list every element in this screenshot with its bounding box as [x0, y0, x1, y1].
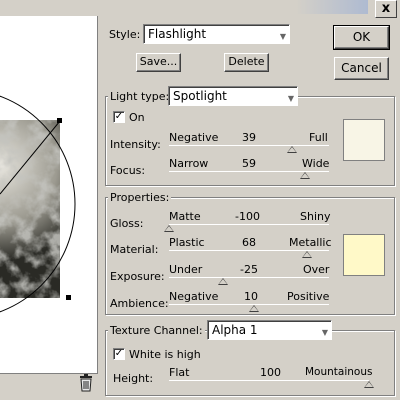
focus-label: Focus: — [110, 164, 146, 177]
intensity-min-label: Negative — [169, 131, 219, 144]
close-button[interactable]: x — [375, 0, 397, 18]
light-handle-top[interactable] — [57, 118, 62, 123]
material-value: 68 — [242, 236, 256, 249]
intensity-max-label: Full — [309, 131, 328, 144]
chevron-down-icon: ▼ — [321, 328, 328, 337]
material-min-label: Plastic — [169, 236, 205, 249]
gloss-slider-thumb[interactable] — [164, 225, 174, 232]
gloss-label: Gloss: — [110, 217, 144, 230]
height-min-label: Flat — [169, 366, 190, 379]
style-dropdown[interactable]: Flashlight ▼ — [143, 24, 290, 44]
style-label: Style: — [109, 28, 141, 41]
texture-channel-value: Alpha 1 — [212, 323, 258, 337]
light-handle-bottom[interactable] — [66, 295, 71, 300]
gloss-max-label: Shiny — [300, 210, 331, 223]
intensity-slider-track[interactable] — [169, 145, 329, 146]
material-slider-thumb[interactable] — [301, 251, 312, 258]
light-on-label: On — [129, 111, 145, 124]
gloss-min-label: Matte — [169, 210, 201, 223]
trash-icon[interactable] — [78, 374, 94, 392]
cancel-button[interactable]: Cancel — [334, 57, 389, 80]
material-label: Material: — [110, 243, 159, 256]
ambience-max-label: Positive — [287, 290, 330, 303]
delete-button[interactable]: Delete — [224, 53, 269, 72]
intensity-label: Intensity: — [110, 138, 161, 151]
ok-button[interactable]: OK — [333, 25, 390, 50]
height-slider-thumb[interactable] — [364, 381, 374, 388]
exposure-value: -25 — [240, 263, 258, 276]
exposure-slider-track[interactable] — [169, 277, 329, 278]
exposure-min-label: Under — [169, 263, 203, 276]
focus-value: 59 — [242, 157, 256, 170]
material-color-swatch[interactable] — [343, 234, 385, 276]
intensity-slider-thumb[interactable] — [287, 146, 298, 153]
exposure-label: Exposure: — [110, 270, 165, 283]
material-max-label: Metallic — [289, 236, 332, 249]
intensity-value: 39 — [242, 131, 256, 144]
exposure-slider-thumb[interactable] — [218, 278, 229, 285]
height-value: 100 — [260, 366, 281, 379]
height-max-label: Mountainous — [305, 366, 373, 378]
preview-panel[interactable] — [0, 16, 98, 374]
properties-title: Properties: — [108, 191, 172, 204]
ambience-min-label: Negative — [169, 290, 219, 303]
white-is-high-checkbox[interactable]: ✓ — [113, 348, 125, 360]
chevron-down-icon: ▼ — [287, 94, 294, 103]
focus-min-label: Narrow — [169, 157, 209, 170]
style-value: Flashlight — [148, 27, 207, 41]
title-bar-pattern — [296, 0, 368, 14]
height-slider-track[interactable] — [169, 380, 369, 381]
light-type-dropdown[interactable]: Spotlight ▼ — [168, 86, 298, 106]
save-button[interactable]: Save... — [136, 53, 181, 72]
light-on-checkbox[interactable]: ✓ — [113, 111, 125, 123]
ambience-label: Ambience: — [110, 297, 169, 310]
gloss-value: -100 — [235, 210, 260, 223]
texture-channel-dropdown[interactable]: Alpha 1 ▼ — [207, 320, 332, 340]
light-type-value: Spotlight — [173, 89, 227, 103]
height-label: Height: — [113, 372, 154, 385]
chevron-down-icon: ▼ — [279, 32, 286, 41]
gloss-slider-track[interactable] — [169, 224, 329, 225]
preview-canvas — [0, 95, 76, 313]
ambience-value: 10 — [244, 290, 258, 303]
light-color-swatch[interactable] — [343, 119, 385, 161]
focus-slider-thumb[interactable] — [300, 172, 310, 179]
light-type-label: Light type: — [108, 90, 172, 103]
cloud-texture — [0, 120, 60, 298]
focus-max-label: Wide — [302, 157, 330, 170]
texture-channel-label: Texture Channel: — [108, 324, 205, 337]
exposure-max-label: Over — [303, 263, 330, 276]
ambience-slider-thumb[interactable] — [248, 305, 259, 312]
white-is-high-label: White is high — [129, 348, 201, 361]
